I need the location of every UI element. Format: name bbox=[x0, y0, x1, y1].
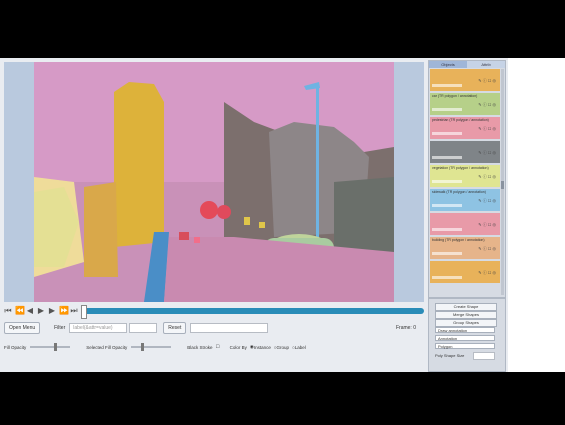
filter-history-select[interactable] bbox=[190, 323, 269, 333]
object-action-icons[interactable]: ✎ ⓘ ☐ ◎ bbox=[478, 78, 496, 84]
rewind-icon[interactable]: ⏪ bbox=[15, 307, 25, 315]
playback-timeline: ⏮ ⏪ ◀ ▶ ▶ ⏩ ⏭ bbox=[4, 305, 424, 319]
tab-objects[interactable]: Objects bbox=[429, 61, 467, 68]
object-label: pedestrian (TR polygon / annotation) bbox=[432, 118, 489, 122]
object-label: vegetation (TR polygon / annotation) bbox=[432, 166, 489, 170]
annotation-app: ⏮ ⏪ ◀ ▶ ▶ ⏩ ⏭ Open Menu Filter label(&at… bbox=[0, 58, 565, 372]
reset-button[interactable]: Reset bbox=[163, 322, 187, 334]
objects-panel: Objects Attrib ✎ ⓘ ☐ ◎ car (TR polygon / … bbox=[428, 60, 506, 298]
object-label: sidewalk (TR polygon / annotation) bbox=[432, 190, 486, 194]
object-action-icons[interactable]: ✎ ⓘ ☐ ◎ bbox=[478, 150, 496, 156]
toolbar: Open Menu Filter label(&attr=value) Rese… bbox=[4, 321, 424, 335]
object-item[interactable]: vegetation (TR polygon / annotation) ✎ ⓘ … bbox=[430, 165, 500, 187]
black-stroke-label: Black Stroke bbox=[187, 344, 213, 350]
filter-extra-input[interactable] bbox=[129, 323, 158, 333]
object-label: car (TR polygon / annotation) bbox=[432, 94, 478, 98]
object-attribute-field[interactable] bbox=[432, 84, 462, 87]
object-attribute-field[interactable] bbox=[432, 204, 462, 207]
object-action-icons[interactable]: ✎ ⓘ ☐ ◎ bbox=[478, 270, 496, 276]
label-select[interactable]: Annotation bbox=[435, 335, 495, 341]
merge-shapes-button[interactable]: Merge Shapes bbox=[435, 311, 497, 319]
object-action-icons[interactable]: ✎ ⓘ ☐ ◎ bbox=[478, 198, 496, 204]
previous-frame-icon[interactable]: ◀ bbox=[26, 307, 34, 315]
letterbox-top bbox=[0, 0, 565, 58]
last-frame-icon[interactable]: ⏭ bbox=[70, 307, 78, 315]
open-menu-button[interactable]: Open Menu bbox=[4, 322, 41, 334]
shape-controls: Create Shape Merge Shapes Group Shapes D… bbox=[428, 298, 506, 372]
panel-tabs: Objects Attrib bbox=[429, 61, 505, 68]
object-item[interactable]: ✎ ⓘ ☐ ◎ bbox=[430, 69, 500, 91]
tab-attributes[interactable]: Attrib bbox=[467, 61, 505, 68]
poly-shape-size-input[interactable] bbox=[473, 352, 495, 360]
color-by-label: Color By bbox=[229, 344, 247, 350]
object-attribute-field[interactable] bbox=[432, 276, 462, 279]
letterbox-bottom bbox=[0, 372, 565, 425]
object-item[interactable]: ✎ ⓘ ☐ ◎ bbox=[430, 261, 500, 283]
object-item[interactable]: car (TR polygon / annotation) ✎ ⓘ ☐ ◎ bbox=[430, 93, 500, 115]
annotation-select[interactable]: Draw annotation bbox=[435, 327, 495, 333]
color-by-group-label: Group bbox=[276, 344, 290, 350]
next-frame-icon[interactable]: ▶ bbox=[48, 307, 56, 315]
shape-type-select[interactable]: Polygon bbox=[435, 343, 495, 349]
object-item[interactable]: pedestrian (TR polygon / annotation) ✎ ⓘ … bbox=[430, 117, 500, 139]
create-shape-button[interactable]: Create Shape bbox=[435, 303, 497, 311]
fill-opacity-label: Fill Opacity bbox=[4, 344, 27, 350]
object-action-icons[interactable]: ✎ ⓘ ☐ ◎ bbox=[478, 246, 496, 252]
object-list-scrollbar[interactable] bbox=[501, 69, 504, 295]
object-item[interactable]: ✎ ⓘ ☐ ◎ bbox=[430, 141, 500, 163]
filter-label: Filter bbox=[54, 325, 66, 331]
filter-input[interactable]: label(&attr=value) bbox=[69, 323, 128, 333]
group-shapes-button[interactable]: Group Shapes bbox=[435, 319, 497, 327]
object-action-icons[interactable]: ✎ ⓘ ☐ ◎ bbox=[478, 102, 496, 108]
object-list-scroll-thumb[interactable] bbox=[501, 181, 504, 189]
object-item[interactable]: ✎ ⓘ ☐ ◎ bbox=[430, 213, 500, 235]
empty-region bbox=[508, 58, 565, 372]
display-settings: Fill Opacity Selected Fill Opacity Black… bbox=[4, 341, 424, 353]
viewer-frame bbox=[4, 62, 424, 302]
object-item[interactable]: building (TR polygon / annotation) ✎ ⓘ ☐ … bbox=[430, 237, 500, 259]
selected-fill-opacity-knob[interactable] bbox=[141, 343, 145, 351]
object-action-icons[interactable]: ✎ ⓘ ☐ ◎ bbox=[478, 222, 496, 228]
frame-slider[interactable] bbox=[81, 305, 424, 319]
object-attribute-field[interactable] bbox=[432, 252, 462, 255]
color-by-instance-label: Instance bbox=[253, 344, 271, 350]
object-action-icons[interactable]: ✎ ⓘ ☐ ◎ bbox=[478, 174, 496, 180]
annotated-frame-canvas[interactable] bbox=[34, 62, 394, 302]
color-by-label-option: Label bbox=[294, 344, 306, 350]
black-stroke-checkbox[interactable]: ☐ bbox=[216, 344, 220, 350]
object-attribute-field[interactable] bbox=[432, 180, 462, 183]
object-list: ✎ ⓘ ☐ ◎ car (TR polygon / annotation) ✎ ⓘ … bbox=[430, 69, 500, 295]
object-item[interactable]: sidewalk (TR polygon / annotation) ✎ ⓘ ☐ … bbox=[430, 189, 500, 211]
first-frame-icon[interactable]: ⏮ bbox=[4, 307, 12, 315]
fill-opacity-knob[interactable] bbox=[54, 343, 58, 351]
play-icon[interactable]: ▶ bbox=[37, 307, 45, 315]
fast-forward-icon[interactable]: ⏩ bbox=[59, 307, 69, 315]
segmentation-overlay bbox=[34, 62, 394, 302]
selected-fill-opacity-slider[interactable] bbox=[131, 343, 172, 351]
frame-slider-thumb[interactable] bbox=[81, 305, 87, 319]
selected-fill-opacity-label: Selected Fill Opacity bbox=[86, 344, 128, 350]
object-attribute-field[interactable] bbox=[432, 132, 462, 135]
object-label: building (TR polygon / annotation) bbox=[432, 238, 485, 242]
object-attribute-field[interactable] bbox=[432, 108, 462, 111]
object-action-icons[interactable]: ✎ ⓘ ☐ ◎ bbox=[478, 126, 496, 132]
frame-counter: Frame: 0 bbox=[395, 325, 416, 331]
object-attribute-field[interactable] bbox=[432, 228, 462, 231]
fill-opacity-slider[interactable] bbox=[30, 343, 71, 351]
object-attribute-field[interactable] bbox=[432, 156, 462, 159]
poly-shape-size-label: Poly Shape Size bbox=[435, 353, 465, 358]
